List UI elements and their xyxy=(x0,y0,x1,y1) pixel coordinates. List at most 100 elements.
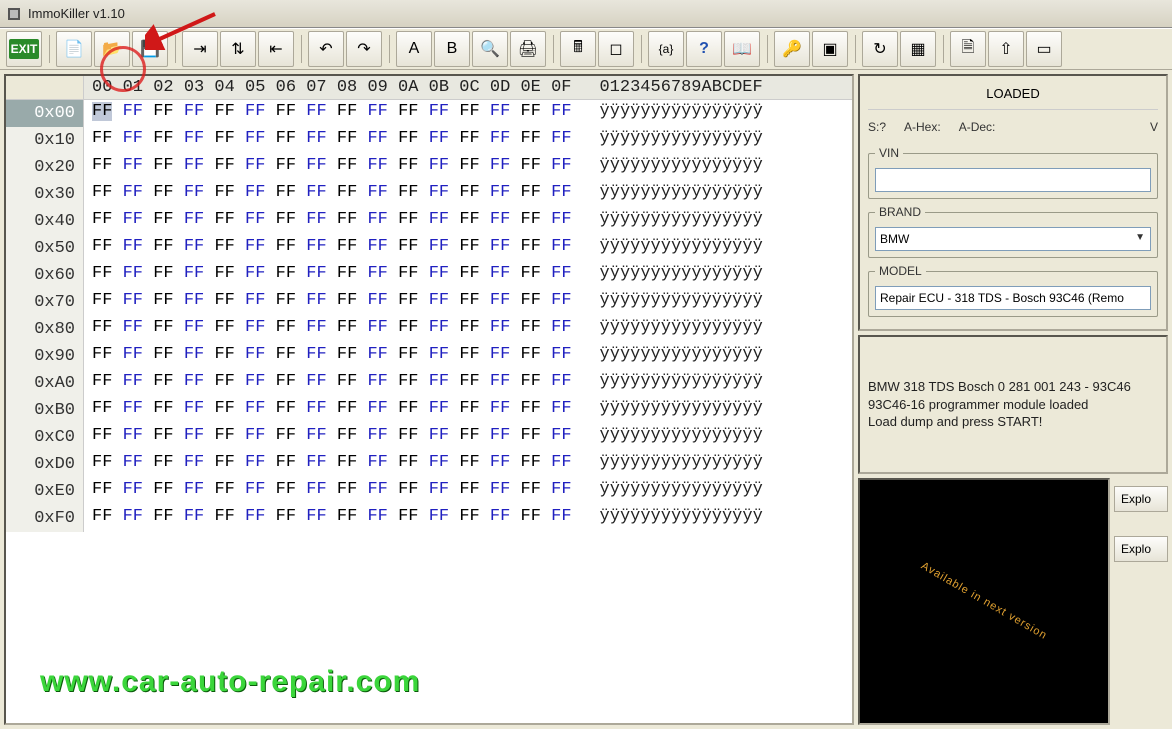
hex-bytes[interactable]: FF FF FF FF FF FF FF FF FF FF FF FF FF F… xyxy=(84,316,576,343)
swap-button[interactable]: ⇅ xyxy=(220,31,256,67)
hex-bytes[interactable]: FF FF FF FF FF FF FF FF FF FF FF FF FF F… xyxy=(84,505,576,532)
hex-body[interactable]: 0x00FF FF FF FF FF FF FF FF FF FF FF FF … xyxy=(6,100,852,723)
offset-cell: 0x30 xyxy=(6,181,84,208)
page-b-button[interactable]: B xyxy=(434,31,470,67)
ascii-cell: ÿÿÿÿÿÿÿÿÿÿÿÿÿÿÿÿ xyxy=(576,343,767,370)
hex-bytes[interactable]: FF FF FF FF FF FF FF FF FF FF FF FF FF F… xyxy=(84,289,576,316)
ascii-cell: ÿÿÿÿÿÿÿÿÿÿÿÿÿÿÿÿ xyxy=(576,154,767,181)
ascii-cell: ÿÿÿÿÿÿÿÿÿÿÿÿÿÿÿÿ xyxy=(576,208,767,235)
refresh-button[interactable]: ↻ xyxy=(862,31,898,67)
ascii-cell: ÿÿÿÿÿÿÿÿÿÿÿÿÿÿÿÿ xyxy=(576,316,767,343)
hex-row[interactable]: 0x10FF FF FF FF FF FF FF FF FF FF FF FF … xyxy=(6,127,852,154)
key-button[interactable]: 🔑 xyxy=(774,31,810,67)
find-button[interactable]: 🔍 xyxy=(472,31,508,67)
swap-icon: ⇅ xyxy=(231,39,244,59)
import-button[interactable]: ⇥ xyxy=(182,31,218,67)
calc-button[interactable]: 🖩 xyxy=(560,31,596,67)
hex-bytes[interactable]: FF FF FF FF FF FF FF FF FF FF FF FF FF F… xyxy=(84,343,576,370)
hex-bytes[interactable]: FF FF FF FF FF FF FF FF FF FF FF FF FF F… xyxy=(84,181,576,208)
ascii-cell: ÿÿÿÿÿÿÿÿÿÿÿÿÿÿÿÿ xyxy=(576,370,767,397)
select-button[interactable]: ▭ xyxy=(1026,31,1062,67)
hex-bytes[interactable]: FF FF FF FF FF FF FF FF FF FF FF FF FF F… xyxy=(84,127,576,154)
hex-bytes[interactable]: FF FF FF FF FF FF FF FF FF FF FF FF FF F… xyxy=(84,478,576,505)
window-button[interactable]: ◻ xyxy=(598,31,634,67)
hex-bytes[interactable]: FF FF FF FF FF FF FF FF FF FF FF FF FF F… xyxy=(84,100,576,127)
ascii-cell: ÿÿÿÿÿÿÿÿÿÿÿÿÿÿÿÿ xyxy=(576,235,767,262)
offset-cell: 0xF0 xyxy=(6,505,84,532)
hex-row[interactable]: 0xB0FF FF FF FF FF FF FF FF FF FF FF FF … xyxy=(6,397,852,424)
offset-cell: 0x10 xyxy=(6,127,84,154)
up-button[interactable]: ⇧ xyxy=(988,31,1024,67)
undo-button[interactable]: ↶ xyxy=(308,31,344,67)
braces-button[interactable]: {a} xyxy=(648,31,684,67)
hex-bytes[interactable]: FF FF FF FF FF FF FF FF FF FF FF FF FF F… xyxy=(84,235,576,262)
log-text: BMW 318 TDS Bosch 0 281 001 243 - 93C46 … xyxy=(868,378,1158,431)
hex-row[interactable]: 0x30FF FF FF FF FF FF FF FF FF FF FF FF … xyxy=(6,181,852,208)
explore-button-1[interactable]: Explo xyxy=(1114,486,1168,512)
hex-row[interactable]: 0xD0FF FF FF FF FF FF FF FF FF FF FF FF … xyxy=(6,451,852,478)
window-icon: ◻ xyxy=(609,39,622,59)
export-icon: ⇤ xyxy=(269,39,282,59)
brand-group: BRAND xyxy=(868,205,1158,258)
help-icon: ? xyxy=(699,40,709,58)
vin-label: VIN xyxy=(875,146,903,160)
hex-bytes[interactable]: FF FF FF FF FF FF FF FF FF FF FF FF FF F… xyxy=(84,451,576,478)
hex-editor[interactable]: 00 01 02 03 04 05 06 07 08 09 0A 0B 0C 0… xyxy=(4,74,854,725)
new-file-button[interactable]: 📄 xyxy=(56,31,92,67)
status-row: S:? A-Hex: A-Dec: V xyxy=(868,116,1158,140)
page-a-button[interactable]: A xyxy=(396,31,432,67)
help-button[interactable]: ? xyxy=(686,31,722,67)
page-a-icon: A xyxy=(409,40,420,58)
ascii-cell: ÿÿÿÿÿÿÿÿÿÿÿÿÿÿÿÿ xyxy=(576,100,767,127)
redo-button[interactable]: ↷ xyxy=(346,31,382,67)
hex-row[interactable]: 0x90FF FF FF FF FF FF FF FF FF FF FF FF … xyxy=(6,343,852,370)
ascii-cell: ÿÿÿÿÿÿÿÿÿÿÿÿÿÿÿÿ xyxy=(576,262,767,289)
note-button[interactable]: 🗎 xyxy=(950,31,986,67)
hex-row[interactable]: 0x20FF FF FF FF FF FF FF FF FF FF FF FF … xyxy=(6,154,852,181)
status-s: S:? xyxy=(868,120,886,134)
hex-row[interactable]: 0x60FF FF FF FF FF FF FF FF FF FF FF FF … xyxy=(6,262,852,289)
hex-row[interactable]: 0x80FF FF FF FF FF FF FF FF FF FF FF FF … xyxy=(6,316,852,343)
hex-bytes[interactable]: FF FF FF FF FF FF FF FF FF FF FF FF FF F… xyxy=(84,370,576,397)
brand-select[interactable] xyxy=(875,227,1151,251)
book-button[interactable]: 📖 xyxy=(724,31,760,67)
hex-row[interactable]: 0xC0FF FF FF FF FF FF FF FF FF FF FF FF … xyxy=(6,424,852,451)
model-label: MODEL xyxy=(875,264,926,278)
print-button[interactable]: 🖨 xyxy=(510,31,546,67)
offset-cell: 0x90 xyxy=(6,343,84,370)
hex-bytes[interactable]: FF FF FF FF FF FF FF FF FF FF FF FF FF F… xyxy=(84,154,576,181)
export-button[interactable]: ⇤ xyxy=(258,31,294,67)
offset-cell: 0x60 xyxy=(6,262,84,289)
explore-button-2[interactable]: Explo xyxy=(1114,536,1168,562)
hex-row[interactable]: 0xE0FF FF FF FF FF FF FF FF FF FF FF FF … xyxy=(6,478,852,505)
save-button[interactable]: 💾 xyxy=(132,31,168,67)
open-file-button[interactable]: 📂 xyxy=(94,31,130,67)
select-icon: ▭ xyxy=(1036,39,1051,59)
model-field[interactable] xyxy=(875,286,1151,310)
ascii-cell: ÿÿÿÿÿÿÿÿÿÿÿÿÿÿÿÿ xyxy=(576,451,767,478)
hex-row[interactable]: 0x70FF FF FF FF FF FF FF FF FF FF FF FF … xyxy=(6,289,852,316)
offset-cell: 0xC0 xyxy=(6,424,84,451)
hex-bytes[interactable]: FF FF FF FF FF FF FF FF FF FF FF FF FF F… xyxy=(84,208,576,235)
module-button[interactable]: ▦ xyxy=(900,31,936,67)
offset-cell: 0xB0 xyxy=(6,397,84,424)
vin-group: VIN xyxy=(868,146,1158,199)
vin-input[interactable] xyxy=(875,168,1151,192)
hex-bytes[interactable]: FF FF FF FF FF FF FF FF FF FF FF FF FF F… xyxy=(84,424,576,451)
ascii-cell: ÿÿÿÿÿÿÿÿÿÿÿÿÿÿÿÿ xyxy=(576,127,767,154)
hex-row[interactable]: 0xA0FF FF FF FF FF FF FF FF FF FF FF FF … xyxy=(6,370,852,397)
hex-row[interactable]: 0xF0FF FF FF FF FF FF FF FF FF FF FF FF … xyxy=(6,505,852,532)
chip-icon: ▣ xyxy=(822,39,837,59)
ascii-cell: ÿÿÿÿÿÿÿÿÿÿÿÿÿÿÿÿ xyxy=(576,181,767,208)
hex-row[interactable]: 0x50FF FF FF FF FF FF FF FF FF FF FF FF … xyxy=(6,235,852,262)
hex-row[interactable]: 0x40FF FF FF FF FF FF FF FF FF FF FF FF … xyxy=(6,208,852,235)
log-panel: BMW 318 TDS Bosch 0 281 001 243 - 93C46 … xyxy=(858,335,1168,474)
new-file-icon: 📄 xyxy=(64,39,84,59)
hex-bytes[interactable]: FF FF FF FF FF FF FF FF FF FF FF FF FF F… xyxy=(84,262,576,289)
exit-icon: EXIT xyxy=(9,39,39,59)
chip-button[interactable]: ▣ xyxy=(812,31,848,67)
hex-row[interactable]: 0x00FF FF FF FF FF FF FF FF FF FF FF FF … xyxy=(6,100,852,127)
exit-button[interactable]: EXIT xyxy=(6,31,42,67)
hex-bytes[interactable]: FF FF FF FF FF FF FF FF FF FF FF FF FF F… xyxy=(84,397,576,424)
undo-icon: ↶ xyxy=(319,39,332,59)
